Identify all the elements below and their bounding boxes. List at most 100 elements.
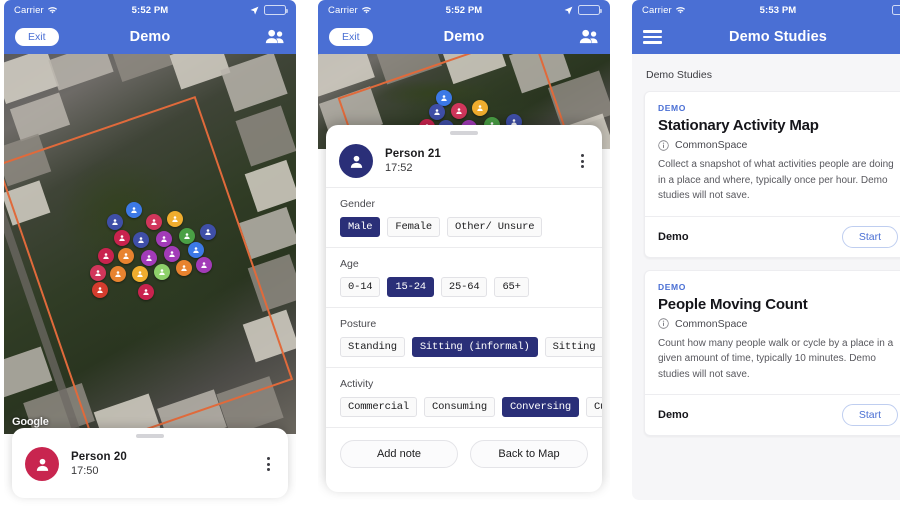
exit-button[interactable]: Exit (15, 28, 59, 46)
map-marker[interactable] (154, 264, 170, 280)
map-marker[interactable] (188, 242, 204, 258)
battery-icon (891, 5, 900, 15)
study-card[interactable]: DEMO Stationary Activity Map CommonSpace… (644, 91, 900, 258)
study-tag: DEMO (658, 281, 686, 292)
back-to-map-button[interactable]: Back to Map (470, 440, 588, 468)
study-card-body: DEMO Stationary Activity Map CommonSpace… (645, 92, 900, 216)
map-marker[interactable] (176, 260, 192, 276)
wifi-icon (361, 6, 371, 15)
chip-option[interactable]: Other/ Unsure (447, 217, 543, 237)
map-marker[interactable] (146, 214, 162, 230)
field-age: Age 0-14 15-24 25-64 65+ (326, 248, 602, 307)
map-marker[interactable] (126, 202, 142, 218)
map-marker[interactable] (114, 230, 130, 246)
map-marker[interactable] (164, 246, 180, 262)
map-marker[interactable] (118, 248, 134, 264)
kebab-menu-icon[interactable] (263, 453, 274, 475)
chip-option[interactable]: Standing (340, 337, 405, 357)
chip-option[interactable]: 15-24 (387, 277, 434, 297)
status-left: Carrier (14, 5, 104, 16)
satellite-map[interactable]: Google (4, 54, 296, 434)
person-time: 17:50 (71, 465, 99, 477)
study-author-row: CommonSpace (658, 318, 898, 330)
location-arrow-icon (250, 6, 259, 15)
chip-option[interactable]: Sitting (formal) (544, 337, 602, 357)
sheet-actions: Add note Back to Map (326, 428, 602, 468)
map-marker[interactable] (133, 232, 149, 248)
hamburger-menu-icon[interactable] (643, 30, 662, 44)
field-gender: Gender Male Female Other/ Unsure (326, 188, 602, 247)
map-marker[interactable] (167, 211, 183, 227)
chip-option[interactable]: 0-14 (340, 277, 381, 297)
info-circle-icon (658, 318, 669, 329)
people-icon[interactable] (579, 29, 599, 45)
map-marker[interactable] (107, 214, 123, 230)
status-left: Carrier (642, 5, 732, 16)
screenshot-stage: Carrier 5:52 PM Exit Demo Google Person … (0, 0, 900, 518)
person-detail-sheet: Person 21 17:52 Gender Male Female Other… (326, 125, 602, 492)
status-time: 5:52 PM (131, 4, 169, 16)
study-tag: DEMO (658, 103, 686, 113)
carrier-label: Carrier (14, 4, 44, 16)
study-description: Count how many people walk or cycle by a… (658, 337, 894, 380)
chip-option[interactable]: Conversing (501, 397, 579, 417)
status-bar: Carrier 5:52 PM (318, 0, 610, 20)
status-left: Carrier (328, 5, 418, 16)
map-marker[interactable] (200, 224, 216, 240)
chip-option[interactable]: Male (340, 217, 381, 237)
chip-option[interactable]: Commercial (340, 397, 418, 417)
add-note-button[interactable]: Add note (340, 440, 458, 468)
chip-group-activity: Commercial Consuming Conversing Cultural (340, 397, 602, 417)
start-button[interactable]: Start (841, 225, 898, 248)
map-marker[interactable] (156, 231, 172, 247)
people-icon[interactable] (265, 29, 285, 45)
chip-option[interactable]: Female (387, 217, 441, 237)
nav-left-slot: Exit (329, 28, 385, 46)
map-marker[interactable] (429, 104, 445, 120)
map-marker[interactable] (98, 248, 114, 264)
person-bottom-sheet[interactable]: Person 20 17:50 (12, 428, 288, 498)
chip-option[interactable]: Cultural (585, 397, 602, 417)
kebab-menu-icon[interactable] (577, 150, 588, 172)
wifi-icon (47, 6, 57, 15)
map-marker[interactable] (90, 265, 106, 281)
map-marker[interactable] (196, 257, 212, 273)
map-marker[interactable] (110, 266, 126, 282)
exit-button[interactable]: Exit (329, 28, 373, 46)
map-marker[interactable] (472, 100, 488, 116)
person-summary-row[interactable]: Person 20 17:50 (12, 438, 288, 490)
person-summary-row: Person 21 17:52 (326, 135, 602, 187)
study-description: Collect a snapshot of what activities pe… (658, 159, 894, 201)
chip-option[interactable]: Consuming (424, 397, 495, 417)
status-bar: Carrier 5:53 PM (632, 0, 900, 20)
field-label: Posture (340, 318, 377, 330)
page-title: Demo Studies (729, 29, 827, 45)
section-title: Demo Studies (646, 69, 712, 81)
chip-option[interactable]: 25-64 (440, 277, 488, 297)
status-time: 5:53 PM (759, 4, 797, 16)
person-meta: Person 21 17:52 (385, 148, 565, 174)
study-card-footer: Demo Start (645, 215, 900, 257)
map-marker[interactable] (138, 284, 154, 300)
info-circle-icon (658, 139, 669, 151)
map-marker[interactable] (141, 250, 157, 266)
phone-screen-demo-studies: Carrier 5:53 PM Demo Studies Demo Studie… (632, 0, 900, 500)
carrier-label: Carrier (642, 4, 672, 16)
study-footer-label: Demo (658, 230, 689, 243)
chip-option[interactable]: Sitting (informal) (411, 337, 538, 357)
map-marker[interactable] (92, 282, 108, 298)
studies-list: Demo Studies DEMO Stationary Activity Ma… (632, 54, 900, 500)
nav-bar: Exit Demo (4, 20, 296, 54)
chip-option[interactable]: 65+ (494, 277, 529, 297)
map-marker[interactable] (451, 103, 467, 119)
battery-icon (577, 5, 602, 15)
person-name: Person 21 (385, 148, 441, 160)
status-time: 5:52 PM (445, 4, 483, 16)
person-avatar-icon (25, 447, 59, 481)
map-marker[interactable] (132, 266, 148, 282)
study-card[interactable]: DEMO People Moving Count CommonSpace Cou… (644, 269, 900, 436)
nav-right-slot (543, 29, 599, 45)
phone-screen-map: Carrier 5:52 PM Exit Demo Google Person … (4, 0, 296, 518)
field-label: Gender (340, 198, 376, 210)
start-button[interactable]: Start (841, 404, 898, 426)
